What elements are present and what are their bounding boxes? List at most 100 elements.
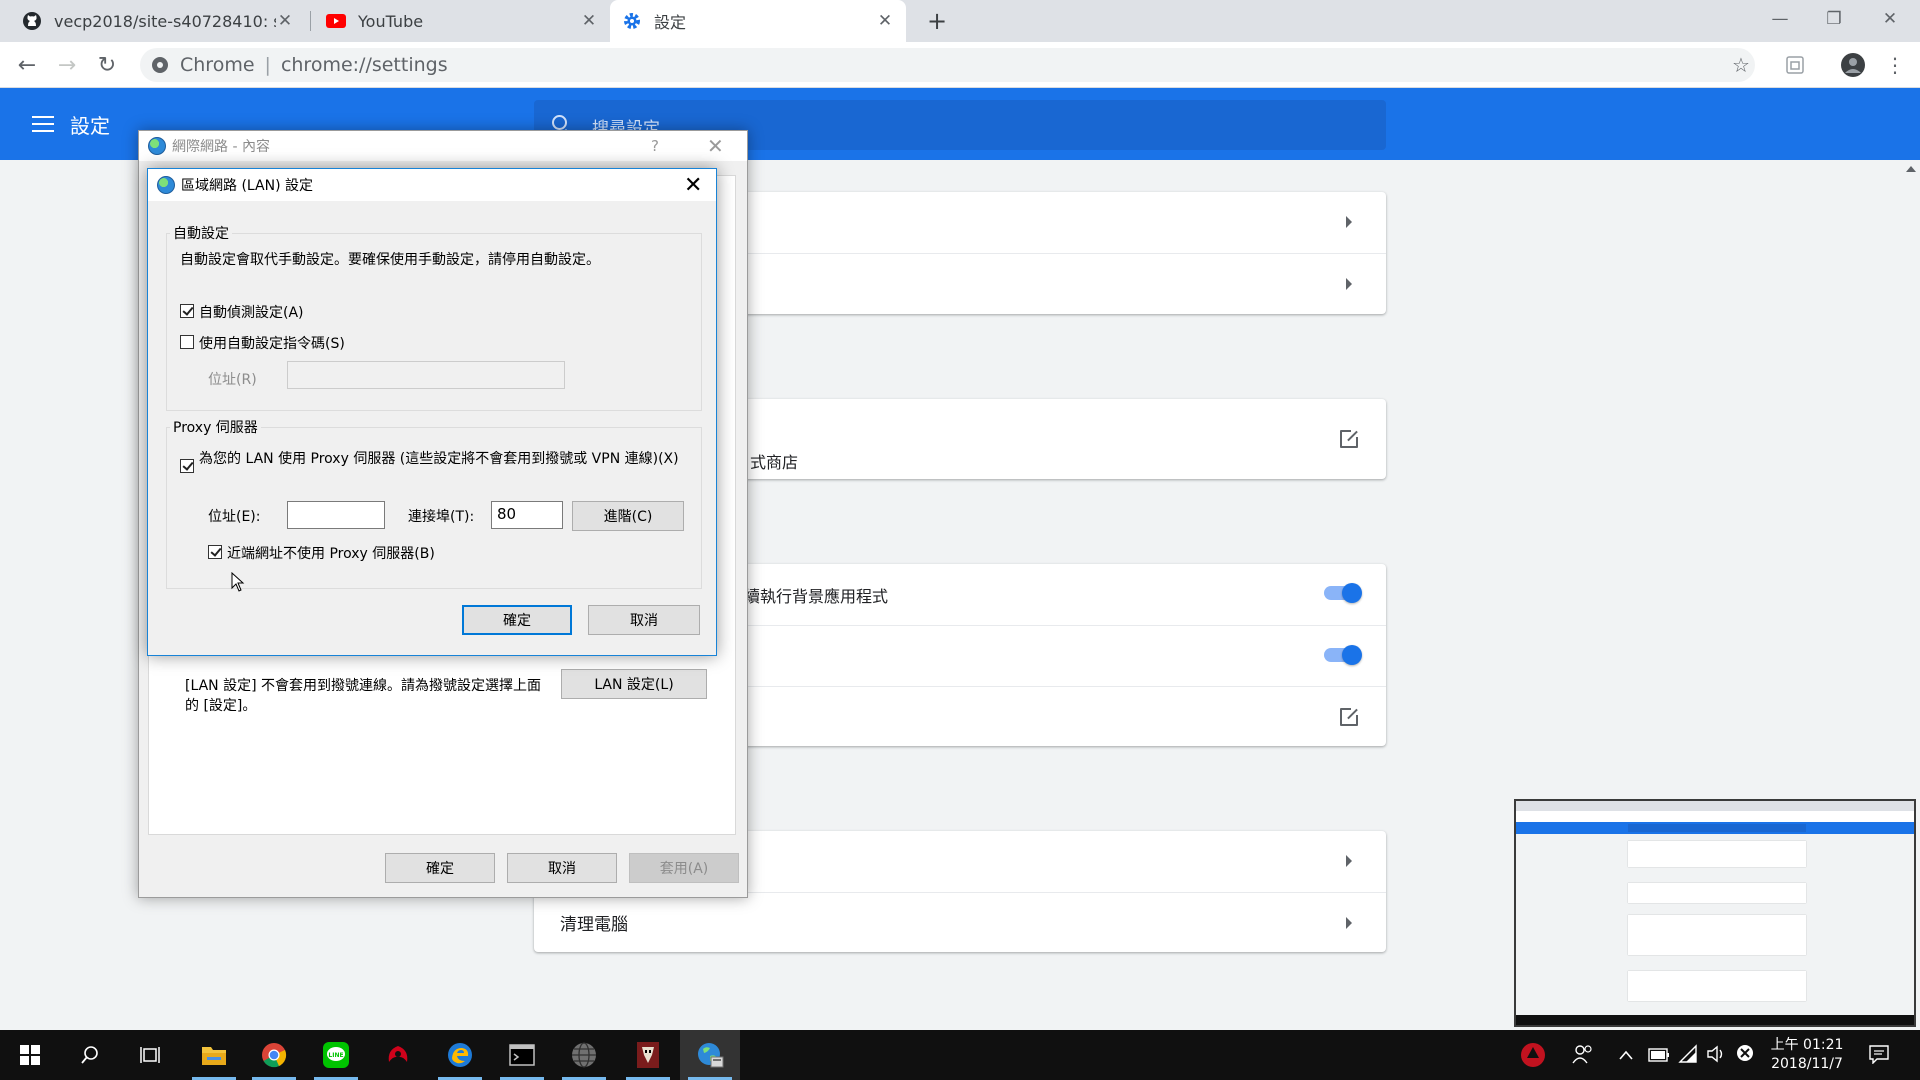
chevron-up-icon[interactable] xyxy=(1618,1046,1634,1066)
tab-separator xyxy=(310,11,311,31)
youtube-icon xyxy=(326,14,346,28)
open-external-icon xyxy=(1340,428,1360,448)
chrome-icon[interactable] xyxy=(244,1030,304,1080)
auto-config-description: 自動設定會取代手動設定。要確保使用手動設定，請停用自動設定。 xyxy=(180,252,600,268)
search-icon[interactable] xyxy=(60,1030,120,1080)
restore-button[interactable]: ❐ xyxy=(1806,0,1862,38)
ok-button[interactable]: 確定 xyxy=(462,605,572,635)
internet-options-taskbar-button[interactable] xyxy=(680,1030,740,1080)
cancel-button[interactable]: 取消 xyxy=(507,853,617,883)
bypass-local-checkbox[interactable]: 近端網址不使用 Proxy 伺服器(B) xyxy=(208,543,435,563)
network-error-icon[interactable] xyxy=(1736,1044,1754,1067)
ok-button[interactable]: 確定 xyxy=(385,853,495,883)
battery-icon[interactable] xyxy=(1648,1047,1670,1067)
row-label: 續執行背景應用程式 xyxy=(744,587,889,606)
scroll-up-arrow-icon[interactable] xyxy=(1906,166,1916,172)
use-proxy-checkbox[interactable]: 為您的 LAN 使用 Proxy 伺服器 (這些設定將不會套用到撥號或 VPN … xyxy=(180,450,680,473)
close-icon[interactable]: ✕ xyxy=(707,134,724,158)
use-script-checkbox[interactable]: 使用自動設定指令碼(S) xyxy=(180,333,345,353)
menu-icon[interactable] xyxy=(32,116,54,132)
terminal-icon[interactable] xyxy=(492,1030,552,1080)
settings-gear-icon xyxy=(624,13,640,29)
group-legend: 自動設定 xyxy=(170,223,232,243)
back-button[interactable]: ← xyxy=(12,50,42,80)
game-icon[interactable] xyxy=(618,1030,678,1080)
wifi-icon[interactable] xyxy=(1678,1044,1698,1069)
port-field[interactable]: 80 xyxy=(491,501,563,529)
dialog-title: 區域網路 (LAN) 設定 xyxy=(181,178,313,194)
apply-button[interactable]: 套用(A) xyxy=(629,853,739,883)
new-tab-button[interactable]: + xyxy=(924,7,950,35)
toggle-switch[interactable] xyxy=(1324,583,1362,603)
tab-title: 設定 xyxy=(654,13,687,32)
preview-card xyxy=(1628,883,1806,903)
svg-text:LINE: LINE xyxy=(328,1052,343,1059)
people-icon[interactable] xyxy=(1572,1044,1594,1069)
preview-card xyxy=(1628,915,1806,955)
help-button[interactable]: ? xyxy=(651,137,659,155)
dialog-titlebar[interactable]: 網際網路 - 內容 ? ✕ xyxy=(139,131,747,161)
volume-icon[interactable] xyxy=(1706,1044,1728,1069)
github-icon xyxy=(23,12,41,30)
settings-row-cleanup[interactable]: 清理電腦 xyxy=(534,892,1386,952)
close-tab-icon[interactable]: ✕ xyxy=(580,11,598,31)
chevron-right-icon xyxy=(1346,855,1352,867)
profile-avatar[interactable] xyxy=(1838,50,1868,80)
action-center-icon[interactable] xyxy=(1868,1044,1890,1069)
antivirus-tray-icon[interactable] xyxy=(1520,1042,1546,1073)
port-label: 連接埠(T): xyxy=(408,509,475,525)
extension-icon[interactable] xyxy=(1780,50,1810,80)
preview-toolbar xyxy=(1516,811,1914,822)
url-text: chrome://settings xyxy=(280,54,448,76)
checkbox-box[interactable] xyxy=(180,335,194,349)
preview-card xyxy=(1628,971,1806,1001)
internet-options-icon xyxy=(148,137,166,155)
windows-taskbar: LINE 上午 01:21 2018/11/7 xyxy=(0,1030,1920,1080)
advanced-button[interactable]: 進階(C) xyxy=(572,501,684,531)
dialog-titlebar[interactable]: 區域網路 (LAN) 設定 ✕ xyxy=(148,169,716,201)
preview-card xyxy=(1628,841,1806,867)
close-tab-icon[interactable]: ✕ xyxy=(876,11,894,31)
close-tab-icon[interactable]: ✕ xyxy=(276,11,294,31)
checkbox-box[interactable] xyxy=(180,304,194,318)
toggle-switch[interactable] xyxy=(1324,645,1362,665)
window-preview-thumbnail[interactable] xyxy=(1514,799,1916,1027)
dialog-title: 網際網路 - 內容 xyxy=(172,139,270,155)
checkbox-box[interactable] xyxy=(180,459,194,473)
lan-settings-button[interactable]: LAN 設定(L) xyxy=(561,669,707,699)
script-address-field[interactable] xyxy=(287,361,565,389)
lan-settings-note: [LAN 設定] 不會套用到撥號連線。請為撥號設定選擇上面的 [設定]。 xyxy=(185,678,541,714)
reload-button[interactable]: ↻ xyxy=(92,50,122,80)
chrome-menu-icon[interactable]: ⋮ xyxy=(1880,50,1910,80)
garena-icon[interactable] xyxy=(368,1030,428,1080)
line-icon[interactable]: LINE xyxy=(306,1030,366,1080)
script-address-label: 位址(R) xyxy=(208,372,257,388)
checkbox-label: 為您的 LAN 使用 Proxy 伺服器 (這些設定將不會套用到撥號或 VPN … xyxy=(199,451,679,467)
proxy-address-label: 位址(E): xyxy=(208,509,261,525)
bookmark-star-icon[interactable]: ☆ xyxy=(1726,50,1756,80)
chrome-page-icon xyxy=(152,57,168,73)
close-icon[interactable]: ✕ xyxy=(684,173,702,198)
address-bar[interactable]: Chrome | chrome://settings xyxy=(140,48,1755,82)
tab-settings[interactable]: 設定 ✕ xyxy=(610,0,906,42)
cancel-button[interactable]: 取消 xyxy=(588,605,700,635)
forward-button[interactable]: → xyxy=(52,50,82,80)
tab-github[interactable]: vecp2018/site-s40728410: site ✕ xyxy=(10,0,306,42)
start-icon[interactable] xyxy=(0,1030,60,1080)
chevron-right-icon xyxy=(1346,917,1352,929)
file-explorer-icon[interactable] xyxy=(184,1030,244,1080)
internet-options-icon xyxy=(698,1043,724,1068)
edge-icon[interactable] xyxy=(430,1030,490,1080)
window-close-button[interactable]: ✕ xyxy=(1862,0,1918,38)
globe-dark-icon[interactable] xyxy=(554,1030,614,1080)
omnibox-separator: | xyxy=(264,54,271,76)
tab-title: vecp2018/site-s40728410: site xyxy=(54,11,276,31)
task-view-icon[interactable] xyxy=(120,1030,180,1080)
proxy-address-field[interactable] xyxy=(287,501,385,529)
auto-detect-checkbox[interactable]: 自動偵測設定(A) xyxy=(180,302,304,322)
taskbar-clock[interactable]: 上午 01:21 2018/11/7 xyxy=(1762,1036,1852,1074)
page-title: 設定 xyxy=(70,114,110,138)
checkbox-box[interactable] xyxy=(208,545,222,559)
tab-youtube[interactable]: YouTube ✕ xyxy=(314,0,610,42)
minimize-button[interactable]: — xyxy=(1752,0,1808,38)
